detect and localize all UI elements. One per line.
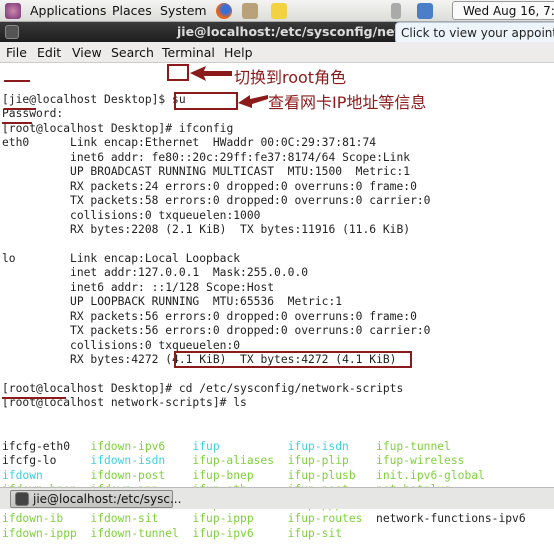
arrow-icon <box>238 95 268 108</box>
terminal-icon <box>15 492 29 506</box>
taskbar: jie@localhost:/etc/sysc... <box>0 487 554 509</box>
ls-file: network-functions-ipv6 <box>376 512 526 526</box>
ls-file: ifup-ippp <box>192 512 254 526</box>
ls-file: ifdown-ib <box>2 512 64 526</box>
ls-file: ifdown-tunnel <box>90 526 179 540</box>
ls-row: ifdown-ib ifdown-sit ifup-ippp ifup-routes n… <box>2 512 526 526</box>
ls-file: ifdown-ippp <box>2 526 77 540</box>
taskbar-item-label: jie@localhost:/etc/sysc... <box>33 492 182 506</box>
ifconfig-annotation: 查看网卡IP地址等信息 <box>268 93 427 112</box>
ls-file: ifdown-sit <box>90 512 159 526</box>
arrow-icon <box>190 66 232 81</box>
su-annotation: 切换到root角色 <box>234 68 347 87</box>
ls-file: ifup-sit <box>287 526 343 540</box>
ls-file: ifup-routes <box>287 512 363 526</box>
taskbar-terminal-item[interactable]: jie@localhost:/etc/sysc... <box>10 490 181 508</box>
ls-file: ifup-ipv6 <box>192 526 254 540</box>
ls-row: ifdown-ippp ifdown-tunnel ifup-ipv6 ifup-si… <box>2 527 526 541</box>
